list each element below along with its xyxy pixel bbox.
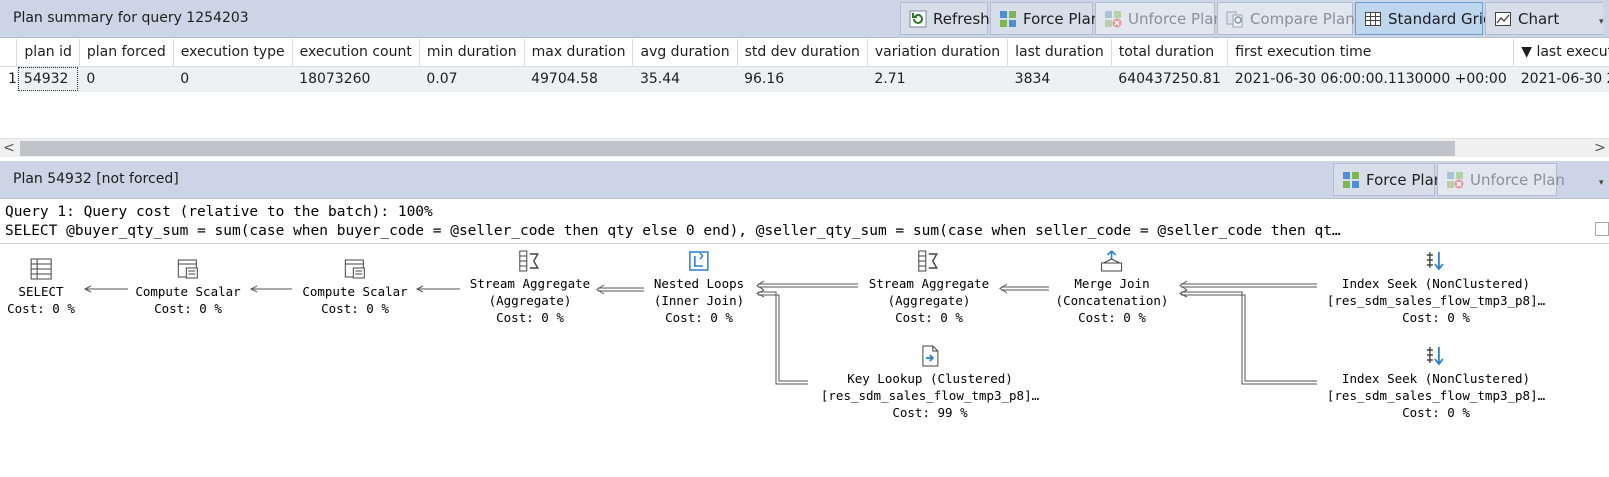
- plan-node-compute-scalar[interactable]: Compute Scalar Cost: 0 %: [302, 257, 408, 317]
- plan-node-index-seek[interactable]: Index Seek (NonClustered) [res_sdm_sales…: [1327, 249, 1545, 326]
- plan-edge: [1181, 294, 1317, 382]
- compute-scalar-icon: [343, 257, 367, 281]
- plan-edge: [758, 294, 808, 382]
- nested-loops-icon: [687, 249, 711, 273]
- key-lookup-icon: [918, 344, 942, 368]
- plan-node-index-seek[interactable]: Index Seek (NonClustered) [res_sdm_sales…: [1327, 344, 1545, 421]
- plan-edge: [758, 291, 808, 385]
- plan-node-stream-aggregate[interactable]: Stream Aggregate (Aggregate) Cost: 0 %: [869, 249, 989, 326]
- select-icon: [29, 257, 53, 281]
- plan-edge-arrow: [755, 289, 765, 298]
- stream-aggregate-icon: [518, 249, 542, 273]
- plan-edge-arrow: [1178, 289, 1188, 298]
- compute-scalar-icon: [176, 257, 200, 281]
- index-seek-icon: [1424, 344, 1448, 368]
- merge-join-icon: [1100, 249, 1124, 273]
- plan-node-merge-join[interactable]: Merge Join (Concatenation) Cost: 0 %: [1056, 249, 1168, 326]
- plan-node-select[interactable]: SELECT Cost: 0 %: [7, 257, 75, 317]
- plan-node-key-lookup[interactable]: Key Lookup (Clustered) [res_sdm_sales_fl…: [821, 344, 1039, 421]
- stream-aggregate-icon: [917, 249, 941, 273]
- index-seek-icon: [1424, 249, 1448, 273]
- plan-edge-arrow: [999, 283, 1008, 294]
- plan-edge-arrow: [1179, 280, 1188, 291]
- plan-edge-arrow: [756, 280, 765, 291]
- plan-node-nested-loops[interactable]: Nested Loops (Inner Join) Cost: 0 %: [654, 249, 744, 326]
- plan-node-stream-aggregate[interactable]: Stream Aggregate (Aggregate) Cost: 0 %: [470, 249, 590, 326]
- plan-node-compute-scalar[interactable]: Compute Scalar Cost: 0 %: [135, 257, 241, 317]
- plan-edge-arrow: [596, 284, 605, 295]
- plan-edge: [1181, 291, 1317, 385]
